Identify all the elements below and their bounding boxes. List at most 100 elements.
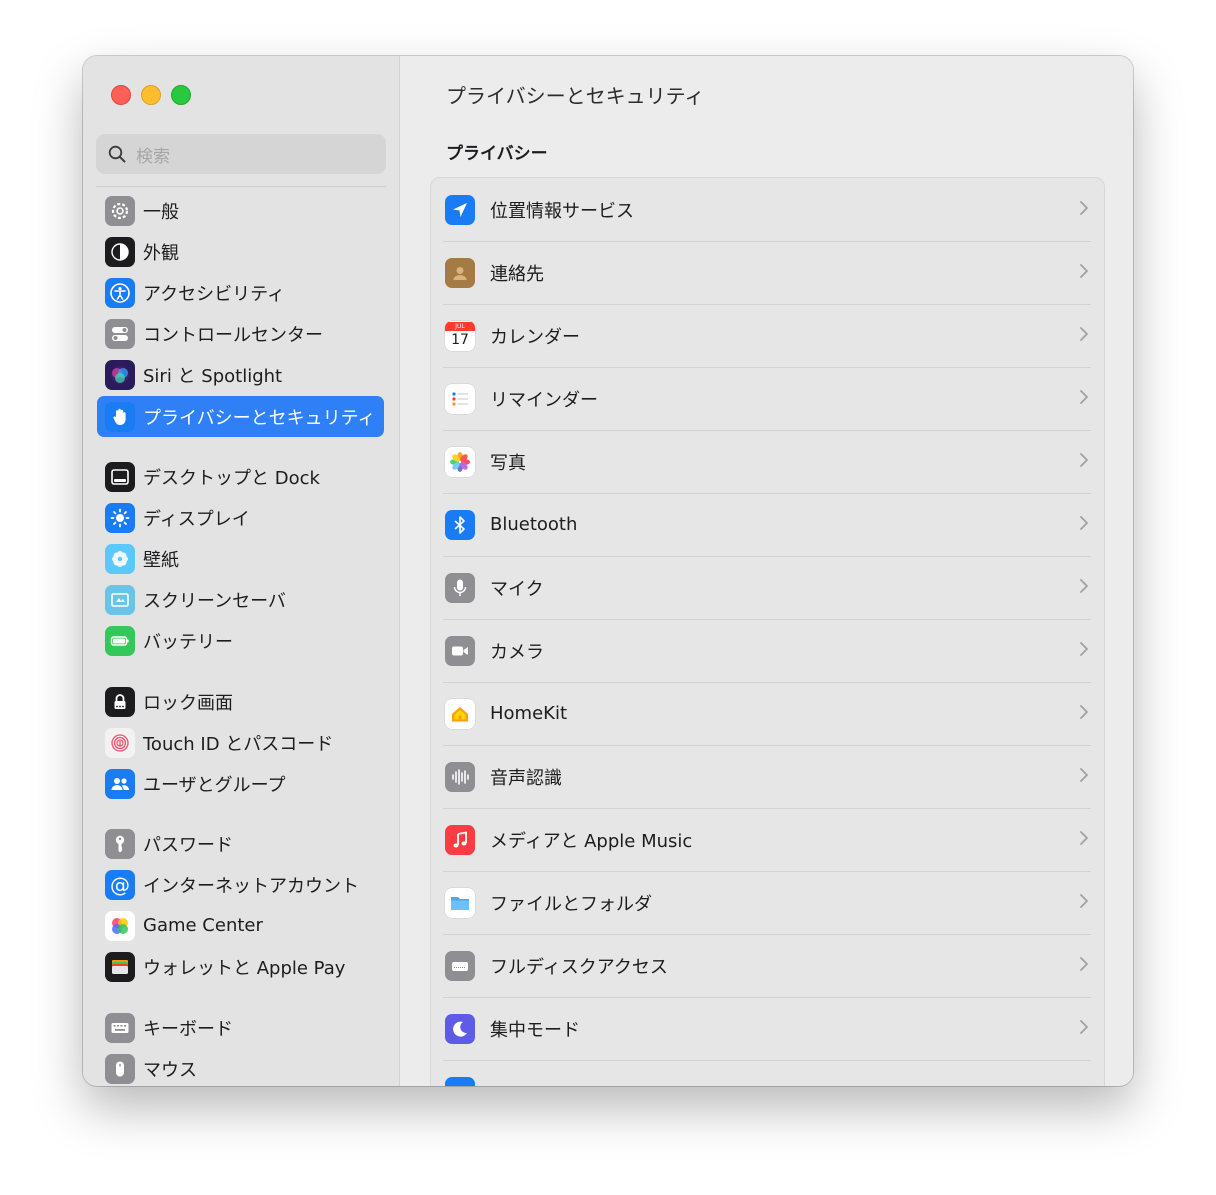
- chevron-right-icon: [1080, 516, 1088, 530]
- dock-icon: [105, 461, 135, 492]
- calendar-month: JUL: [445, 321, 475, 331]
- sidebar-item-label: キーボード: [143, 1018, 233, 1040]
- sidebar-item-keyboard[interactable]: キーボード: [97, 1007, 384, 1048]
- search-divider: [96, 186, 386, 187]
- page-title: プライバシーとセキュリティ: [446, 84, 705, 108]
- sidebar-item-label: スクリーンセーバ: [143, 590, 286, 612]
- sidebar-item-game-center[interactable]: Game Center: [97, 905, 384, 946]
- sidebar-item-label: ウォレットと Apple Pay: [143, 957, 346, 979]
- users-icon: [105, 768, 135, 799]
- sidebar-item-passwords[interactable]: パスワード: [97, 823, 384, 864]
- sidebar-item-desktop-dock[interactable]: デスクトップと Dock: [97, 456, 384, 497]
- wallpaper-icon: [105, 543, 135, 574]
- sidebar-item-label: Touch ID とパスコード: [143, 733, 334, 755]
- mouse-icon: [105, 1053, 135, 1084]
- row-label: HomeKit: [490, 703, 568, 724]
- zoom-window-button[interactable]: [171, 85, 191, 105]
- chevron-right-icon: [1080, 201, 1088, 215]
- row-reminders[interactable]: リマインダー: [443, 367, 1091, 431]
- row-full-disk-access[interactable]: フルディスクアクセス: [443, 934, 1091, 998]
- chevron-right-icon: [1080, 453, 1088, 467]
- chevron-right-icon: [1080, 768, 1088, 782]
- sidebar-item-battery[interactable]: バッテリー: [97, 620, 384, 661]
- row-speech-recognition[interactable]: 音声認識: [443, 745, 1091, 809]
- close-window-button[interactable]: [111, 85, 131, 105]
- sidebar-item-label: マウス: [143, 1059, 197, 1081]
- sidebar-item-label: プライバシーとセキュリティ: [143, 407, 376, 429]
- row-media-apple-music[interactable]: メディアと Apple Music: [443, 808, 1091, 872]
- battery-icon: [105, 625, 135, 656]
- folder-icon: [445, 887, 475, 918]
- row-label: カレンダー: [490, 326, 580, 348]
- sidebar-item-wallpaper[interactable]: 壁紙: [97, 538, 384, 579]
- contacts-icon: [445, 257, 475, 288]
- bluetooth-icon: [445, 509, 475, 540]
- sidebar-item-screensaver[interactable]: スクリーンセーバ: [97, 579, 384, 620]
- chevron-right-icon: [1080, 327, 1088, 341]
- moon-icon: [445, 1013, 475, 1044]
- row-camera[interactable]: カメラ: [443, 619, 1091, 683]
- sidebar-item-label: アクセシビリティ: [143, 283, 286, 305]
- chevron-right-icon: [1080, 957, 1088, 971]
- sidebar-item-internet-accounts[interactable]: @ インターネットアカウント: [97, 864, 384, 905]
- sidebar-item-display[interactable]: ディスプレイ: [97, 497, 384, 538]
- sidebar-item-label: バッテリー: [143, 631, 233, 653]
- lock-icon: [105, 686, 135, 717]
- chevron-right-icon: [1080, 894, 1088, 908]
- reminders-icon: [445, 383, 475, 414]
- waveform-icon: [445, 761, 475, 792]
- sidebar-item-accessibility[interactable]: アクセシビリティ: [97, 272, 384, 313]
- chevron-right-icon: [1080, 705, 1088, 719]
- search-placeholder: 検索: [136, 146, 170, 167]
- sidebar-item-label: Game Center: [143, 915, 263, 936]
- row-focus[interactable]: 集中モード: [443, 997, 1091, 1061]
- search-field[interactable]: 検索: [96, 134, 386, 174]
- chevron-right-icon: [1080, 831, 1088, 845]
- row-files-folders[interactable]: ファイルとフォルダ: [443, 871, 1091, 935]
- location-arrow-icon: [445, 194, 475, 225]
- hand-icon: [105, 401, 135, 432]
- sidebar-item-appearance[interactable]: 外観: [97, 231, 384, 272]
- photos-icon: [445, 446, 475, 477]
- chevron-right-icon: [1080, 264, 1088, 278]
- siri-icon: [105, 359, 135, 390]
- sidebar-item-wallet-apple-pay[interactable]: ウォレットと Apple Pay: [97, 946, 384, 987]
- sidebar-item-privacy-security[interactable]: プライバシーとセキュリティ: [97, 396, 384, 437]
- sidebar-item-mouse[interactable]: マウス: [97, 1048, 384, 1086]
- sidebar-item-users-groups[interactable]: ユーザとグループ: [97, 763, 384, 804]
- row-calendar[interactable]: JUL 17 カレンダー: [443, 304, 1091, 368]
- row-partial[interactable]: [443, 1060, 1091, 1086]
- row-label: 連絡先: [490, 263, 544, 285]
- chevron-right-icon: [1080, 642, 1088, 656]
- system-settings-window: 検索 一般 外観 アクセシビリティ コントロールセンター Siri と Spot…: [83, 56, 1133, 1086]
- key-icon: [105, 828, 135, 859]
- main-content: プライバシーとセキュリティ プライバシー 位置情報サービス 連絡先 JUL 17…: [400, 56, 1133, 1086]
- row-label: 音声認識: [490, 767, 562, 789]
- sidebar: 検索 一般 外観 アクセシビリティ コントロールセンター Siri と Spot…: [83, 56, 400, 1086]
- row-photos[interactable]: 写真: [443, 430, 1091, 494]
- accessibility-icon: [105, 277, 135, 308]
- sidebar-item-label: Siri と Spotlight: [143, 365, 283, 387]
- sidebar-item-siri-spotlight[interactable]: Siri と Spotlight: [97, 354, 384, 395]
- row-label: リマインダー: [490, 389, 598, 411]
- sidebar-item-control-center[interactable]: コントロールセンター: [97, 313, 384, 354]
- sidebar-item-label: ロック画面: [143, 692, 233, 714]
- home-icon: [445, 698, 475, 729]
- music-note-icon: [445, 824, 475, 855]
- row-label: 位置情報サービス: [490, 200, 634, 222]
- sidebar-item-touch-id[interactable]: Touch ID とパスコード: [97, 722, 384, 763]
- sidebar-item-general[interactable]: 一般: [97, 190, 384, 231]
- sidebar-item-label: 外観: [143, 242, 179, 264]
- row-homekit[interactable]: HomeKit: [443, 682, 1091, 746]
- screensaver-icon: [105, 584, 135, 615]
- row-bluetooth[interactable]: Bluetooth: [443, 493, 1091, 557]
- row-microphone[interactable]: マイク: [443, 556, 1091, 620]
- display-icon: [105, 502, 135, 533]
- sidebar-item-label: ユーザとグループ: [143, 774, 286, 796]
- row-label: フルディスクアクセス: [490, 956, 668, 978]
- search-icon: [108, 145, 126, 163]
- minimize-window-button[interactable]: [141, 85, 161, 105]
- row-location-services[interactable]: 位置情報サービス: [443, 178, 1091, 242]
- sidebar-item-lock-screen[interactable]: ロック画面: [97, 681, 384, 722]
- row-contacts[interactable]: 連絡先: [443, 241, 1091, 305]
